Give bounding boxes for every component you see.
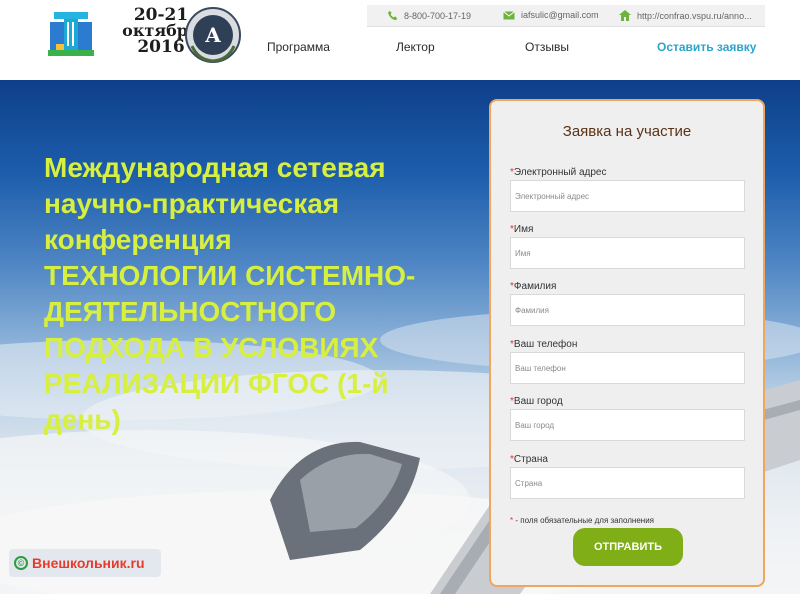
registration-form: Заявка на участие *Электронный адрес *Им… — [489, 99, 765, 587]
email-address[interactable]: iafsulic@gmail.com — [521, 10, 599, 20]
submit-button[interactable]: ОТПРАВИТЬ — [573, 528, 683, 566]
contact-phone[interactable]: 8-800-700-17-19 — [387, 10, 471, 21]
headline-topic-2: ДЕЯТЕЛЬНОСТНОГО — [44, 296, 337, 327]
email-field[interactable] — [510, 180, 745, 212]
email-icon — [503, 10, 515, 19]
watermark-text: Внешкольник.ru — [32, 555, 145, 571]
contact-email[interactable]: iafsulic@gmail.com — [503, 10, 599, 20]
last-name-label: *Фамилия — [510, 281, 557, 292]
site-watermark: © Внешкольник.ru — [9, 549, 161, 577]
city-label: *Ваш город — [510, 396, 563, 407]
headline-line-3: конференция — [44, 224, 232, 255]
country-field[interactable] — [510, 467, 745, 499]
nav-program[interactable]: Программа — [267, 40, 330, 54]
nav-lecturer[interactable]: Лектор — [396, 40, 435, 54]
email-label: *Электронный адрес — [510, 167, 607, 178]
conference-logo[interactable]: 20-21 октября 2016 A — [44, 4, 244, 64]
nav-reviews[interactable]: Отзывы — [525, 40, 569, 54]
headline-topic-4: РЕАЛИЗАЦИИ ФГОС (1-й — [44, 368, 389, 399]
seal-letter: A — [204, 23, 221, 47]
contact-bar: 8-800-700-17-19 iafsulic@gmail.com http:… — [367, 5, 765, 27]
first-name-field[interactable] — [510, 237, 745, 269]
headline-line-2: научно-практическая — [44, 188, 340, 219]
copyright-icon: © — [14, 556, 28, 570]
phone-field[interactable] — [510, 352, 745, 384]
form-title: Заявка на участие — [562, 123, 692, 140]
last-name-field[interactable] — [510, 294, 745, 326]
academy-seal-icon: A — [185, 7, 241, 63]
contact-website[interactable]: http://confrao.vspu.ru/anno... — [619, 10, 752, 21]
city-field[interactable] — [510, 409, 745, 441]
conference-headline: Международная сетевая научно-практическа… — [44, 150, 464, 438]
headline-line-1: Международная сетевая — [44, 152, 386, 183]
headline-topic-3: ПОДХОДА В УСЛОВИЯХ — [44, 332, 379, 363]
first-name-label: *Имя — [510, 224, 534, 235]
phone-label: *Ваш телефон — [510, 339, 578, 350]
website-url[interactable]: http://confrao.vspu.ru/anno... — [637, 11, 752, 21]
headline-topic-1: ТЕХНОЛОГИИ СИСТЕМНО- — [44, 260, 416, 291]
phone-icon — [387, 10, 398, 21]
pillar-logo-icon — [48, 12, 94, 56]
headline-topic-5: день) — [44, 404, 121, 435]
required-fields-note: * - поля обязательные для заполнения — [510, 516, 654, 525]
site-header: 20-21 октября 2016 A 8-800-700-17-19 iaf… — [0, 0, 800, 80]
country-label: *Страна — [510, 454, 548, 465]
nav-apply-button[interactable]: Оставить заявку — [657, 40, 756, 54]
hero-section: Международная сетевая научно-практическа… — [0, 80, 800, 594]
phone-number[interactable]: 8-800-700-17-19 — [404, 11, 471, 21]
home-icon — [619, 10, 631, 21]
